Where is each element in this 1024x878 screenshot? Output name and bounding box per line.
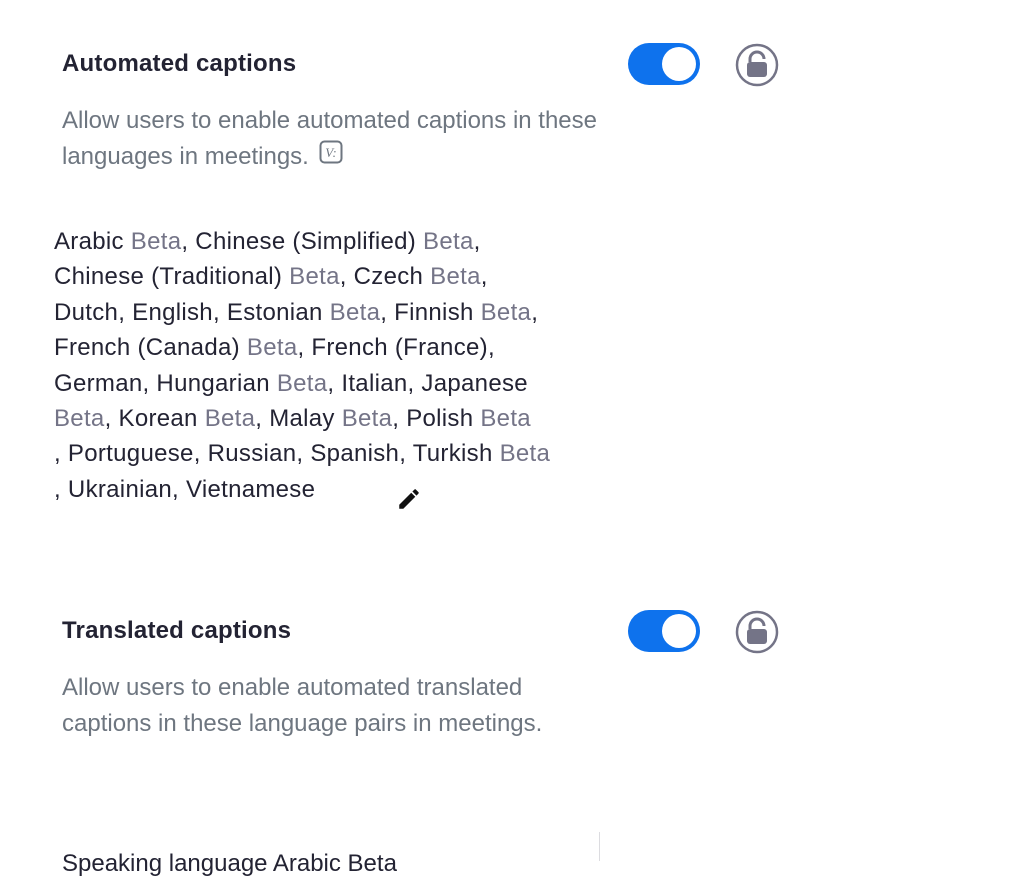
beta-badge: Beta: [341, 404, 393, 432]
automated-captions-description: Allow users to enable automated captions…: [62, 103, 607, 175]
language-text: , Czech: [339, 263, 431, 291]
language-text: , Italian, Japanese: [327, 369, 528, 397]
beta-badge: Beta: [480, 404, 531, 432]
language-text: Chinese (Traditional): [54, 263, 290, 291]
automated-languages-list: Arabic Beta, Chinese (Simplified) Beta, …: [54, 224, 634, 507]
language-line: Chinese (Traditional) Beta, Czech Beta,: [54, 259, 634, 294]
beta-badge: Beta: [204, 404, 256, 432]
beta-badge: Beta: [430, 263, 481, 291]
beta-badge: Beta: [54, 404, 105, 432]
beta-badge: Beta: [329, 298, 381, 326]
toggle-knob: [662, 614, 696, 648]
language-text: , Finnish: [380, 298, 481, 326]
column-divider: [599, 832, 600, 861]
language-text: , Ukrainian, Vietnamese: [54, 475, 316, 503]
beta-badge: Beta: [289, 263, 340, 291]
language-line: French (Canada) Beta, French (France),: [54, 330, 634, 365]
translated-captions-desc-wrap: Allow users to enable automated translat…: [62, 670, 762, 741]
language-text: , Portuguese, Russian, Spanish, Turkish: [54, 440, 500, 468]
v-badge-icon[interactable]: V:: [319, 139, 343, 175]
language-text: Arabic: [54, 228, 131, 255]
language-line: Arabic Beta, Chinese (Simplified) Beta,: [54, 224, 634, 259]
beta-badge: Beta: [246, 334, 298, 362]
language-line: German, Hungarian Beta, Italian, Japanes…: [54, 366, 634, 401]
language-text: ,: [480, 263, 488, 291]
toggle-knob: [662, 47, 696, 81]
language-text: , Polish: [392, 404, 481, 432]
lock-icon[interactable]: [735, 610, 779, 654]
lock-icon[interactable]: [735, 43, 779, 87]
language-text: ,: [531, 298, 539, 326]
language-text: Dutch, English, Estonian: [54, 298, 330, 326]
language-text: ,: [473, 228, 481, 255]
language-line: Dutch, English, Estonian Beta, Finnish B…: [54, 295, 634, 330]
pencil-icon[interactable]: [396, 486, 422, 512]
beta-badge: Beta: [276, 369, 328, 397]
language-line: , Portuguese, Russian, Spanish, Turkish …: [54, 436, 634, 471]
beta-badge: Beta: [480, 298, 532, 326]
speaking-language-row: Speaking language Arabic Beta: [62, 850, 397, 877]
language-text: , Korean: [104, 404, 205, 432]
language-text: , Chinese (Simplified): [181, 228, 424, 255]
language-text: French (Canada): [54, 334, 247, 362]
automated-captions-toggle[interactable]: [628, 43, 700, 85]
language-text: German, Hungarian: [54, 369, 277, 397]
language-text: , Malay: [255, 404, 342, 432]
translated-captions-toggle[interactable]: [628, 610, 700, 652]
automated-captions-desc-wrap: Allow users to enable automated captions…: [62, 103, 762, 175]
beta-badge: Beta: [499, 440, 551, 468]
translated-captions-description: Allow users to enable automated translat…: [62, 674, 543, 737]
svg-text:V:: V:: [325, 145, 336, 160]
beta-badge: Beta: [130, 228, 182, 255]
language-line: Beta, Korean Beta, Malay Beta, Polish Be…: [54, 401, 634, 436]
language-text: , French (France),: [297, 334, 495, 362]
beta-badge: Beta: [423, 228, 474, 255]
language-line: , Ukrainian, Vietnamese: [54, 472, 634, 507]
